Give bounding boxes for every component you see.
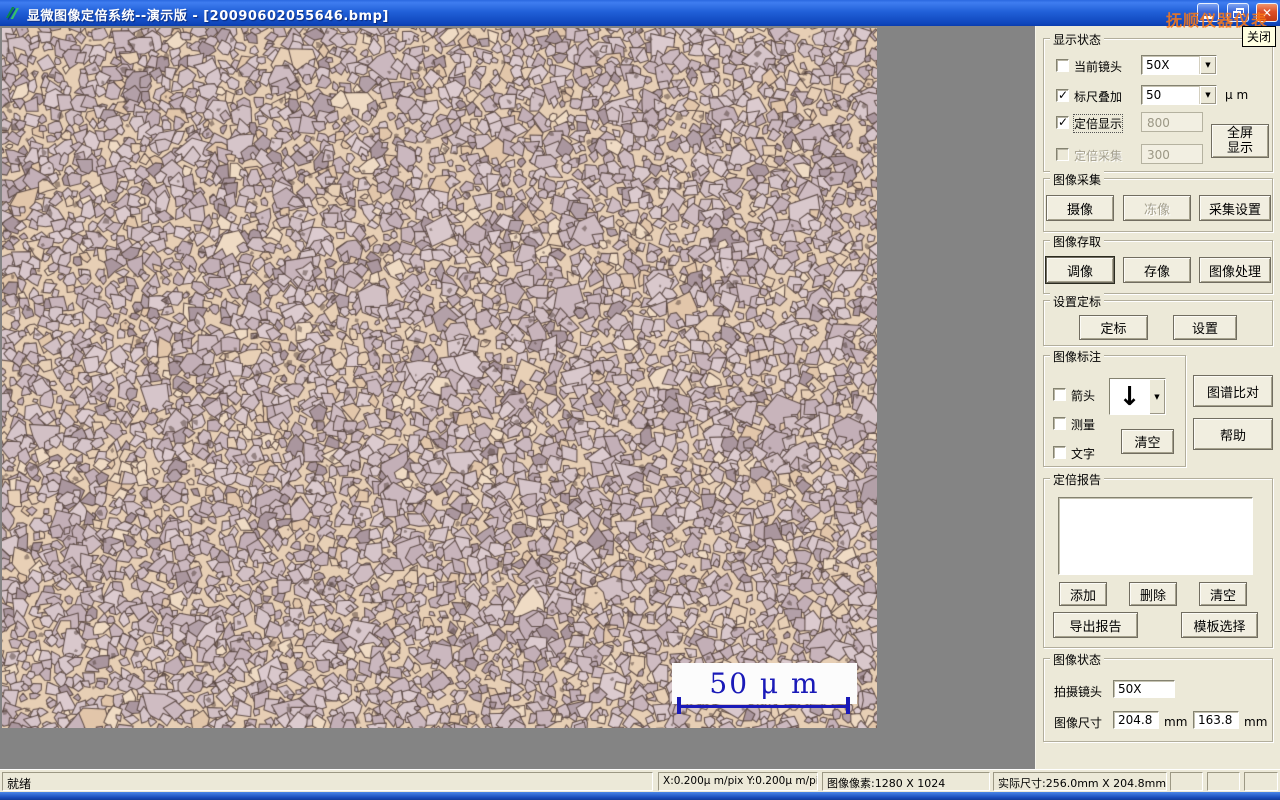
image-processing-button[interactable]: 图像处理 xyxy=(1199,257,1271,283)
group-title: 图像状态 xyxy=(1050,651,1105,668)
capture-button[interactable]: 摄像 xyxy=(1046,195,1114,221)
fullscreen-label-line1: 全屏 xyxy=(1226,126,1253,141)
scale-bar-tick-left xyxy=(677,697,681,714)
scale-bar-line xyxy=(677,705,850,708)
atlas-compare-button[interactable]: 图谱比对 xyxy=(1193,375,1273,407)
template-select-button[interactable]: 模板选择 xyxy=(1181,612,1258,638)
status-actual-size: 实际尺寸:256.0mm X 204.8mm xyxy=(993,772,1167,791)
scale-bar-box: 50 μ m xyxy=(672,663,857,704)
calibrate-button[interactable]: 定标 xyxy=(1079,315,1148,340)
micrograph-image xyxy=(2,28,877,728)
text-label: 文字 xyxy=(1071,447,1096,461)
group-calibration: 设置定标 xyxy=(1043,293,1273,346)
load-image-button[interactable]: 调像 xyxy=(1046,257,1114,283)
measure-label: 测量 xyxy=(1071,418,1096,432)
ruler-overlay-label: 标尺叠加 xyxy=(1074,90,1123,104)
text-checkbox[interactable] xyxy=(1053,446,1066,459)
arrow-style-select[interactable]: ↓ xyxy=(1109,378,1166,415)
current-lens-label: 当前镜头 xyxy=(1074,60,1123,74)
app-window: 显微图像定倍系统--演示版 - [20090602055646.bmp] ✕ 抚… xyxy=(0,0,1280,800)
arrow-style-value: ↓ xyxy=(1118,381,1141,412)
settings-button[interactable]: 设置 xyxy=(1173,315,1237,340)
shoot-lens-field[interactable]: 50X xyxy=(1113,680,1175,698)
freeze-button: 冻像 xyxy=(1123,195,1191,221)
fullscreen-label-line2: 显示 xyxy=(1226,141,1253,156)
group-title: 图像标注 xyxy=(1050,348,1105,365)
export-report-button[interactable]: 导出报告 xyxy=(1053,612,1138,638)
fixed-display-field: 800 xyxy=(1141,112,1203,132)
current-lens-checkbox[interactable] xyxy=(1056,59,1069,72)
fixed-display-label: 定倍显示 xyxy=(1072,114,1124,133)
group-title: 显示状态 xyxy=(1050,31,1105,48)
measure-checkbox[interactable] xyxy=(1053,417,1066,430)
fullscreen-button[interactable]: 全屏 显示 xyxy=(1211,124,1269,158)
ruler-size-select[interactable]: 50 xyxy=(1141,85,1217,105)
report-add-button[interactable]: 添加 xyxy=(1059,582,1107,606)
client-area: 50 μ m 显示状态 当前镜头 50X 标尺叠加 50 μ m xyxy=(0,26,1280,769)
status-pane-empty xyxy=(1170,772,1203,791)
status-bar: 就绪 X:0.200μ m/pix Y:0.200μ m/pix 图像像素:12… xyxy=(0,769,1280,792)
fixed-capture-label: 定倍采集 xyxy=(1074,149,1123,163)
current-lens-value: 50X xyxy=(1146,58,1170,72)
image-height-unit: mm xyxy=(1244,715,1268,729)
status-pixel-scale: X:0.200μ m/pix Y:0.200μ m/pix xyxy=(658,772,818,791)
current-lens-select[interactable]: 50X xyxy=(1141,55,1217,75)
help-button[interactable]: 帮助 xyxy=(1193,418,1273,450)
fixed-capture-checkbox xyxy=(1056,148,1069,161)
image-width-field[interactable]: 204.8 xyxy=(1113,711,1159,729)
status-pane-empty xyxy=(1244,772,1278,791)
save-image-button[interactable]: 存像 xyxy=(1123,257,1191,283)
scale-bar-tick-right xyxy=(846,697,850,714)
group-title: 图像采集 xyxy=(1050,171,1105,188)
group-title: 设置定标 xyxy=(1050,293,1105,310)
ruler-overlay-checkbox[interactable] xyxy=(1056,88,1069,102)
fixed-capture-field: 300 xyxy=(1141,144,1203,164)
title-bar[interactable]: 显微图像定倍系统--演示版 - [20090602055646.bmp] ✕ 抚… xyxy=(0,0,1280,30)
window-bottom-border xyxy=(0,792,1280,800)
clear-annotation-button[interactable]: 清空 xyxy=(1121,429,1174,454)
report-clear-button[interactable]: 清空 xyxy=(1199,582,1247,606)
control-panel: 显示状态 当前镜头 50X 标尺叠加 50 μ m 定倍显示 800 全屏 显示 xyxy=(1035,26,1280,769)
report-delete-button[interactable]: 删除 xyxy=(1129,582,1177,606)
ruler-unit-label: μ m xyxy=(1225,88,1249,102)
chevron-down-icon[interactable] xyxy=(1199,56,1216,74)
group-title: 图像存取 xyxy=(1050,233,1105,250)
group-title: 定倍报告 xyxy=(1050,471,1105,488)
status-ready: 就绪 xyxy=(2,772,653,791)
status-pane-empty xyxy=(1207,772,1240,791)
scale-bar-label: 50 μ m xyxy=(709,667,820,700)
shoot-lens-label: 拍摄镜头 xyxy=(1054,685,1103,699)
status-image-pixels: 图像像素:1280 X 1024 xyxy=(822,772,990,791)
image-size-label: 图像尺寸 xyxy=(1054,716,1103,730)
close-tooltip: 关闭 xyxy=(1242,26,1277,47)
report-list[interactable] xyxy=(1058,497,1253,575)
arrow-checkbox[interactable] xyxy=(1053,388,1066,401)
window-title: 显微图像定倍系统--演示版 - [20090602055646.bmp] xyxy=(27,9,389,24)
chevron-down-icon[interactable] xyxy=(1149,379,1165,414)
ruler-size-value: 50 xyxy=(1146,88,1162,102)
capture-settings-button[interactable]: 采集设置 xyxy=(1199,195,1271,221)
image-width-unit: mm xyxy=(1164,715,1188,729)
app-icon xyxy=(6,7,19,20)
chevron-down-icon[interactable] xyxy=(1199,86,1216,104)
image-height-field[interactable]: 163.8 xyxy=(1193,711,1239,729)
arrow-label: 箭头 xyxy=(1071,389,1096,403)
fixed-display-checkbox[interactable] xyxy=(1056,115,1069,129)
